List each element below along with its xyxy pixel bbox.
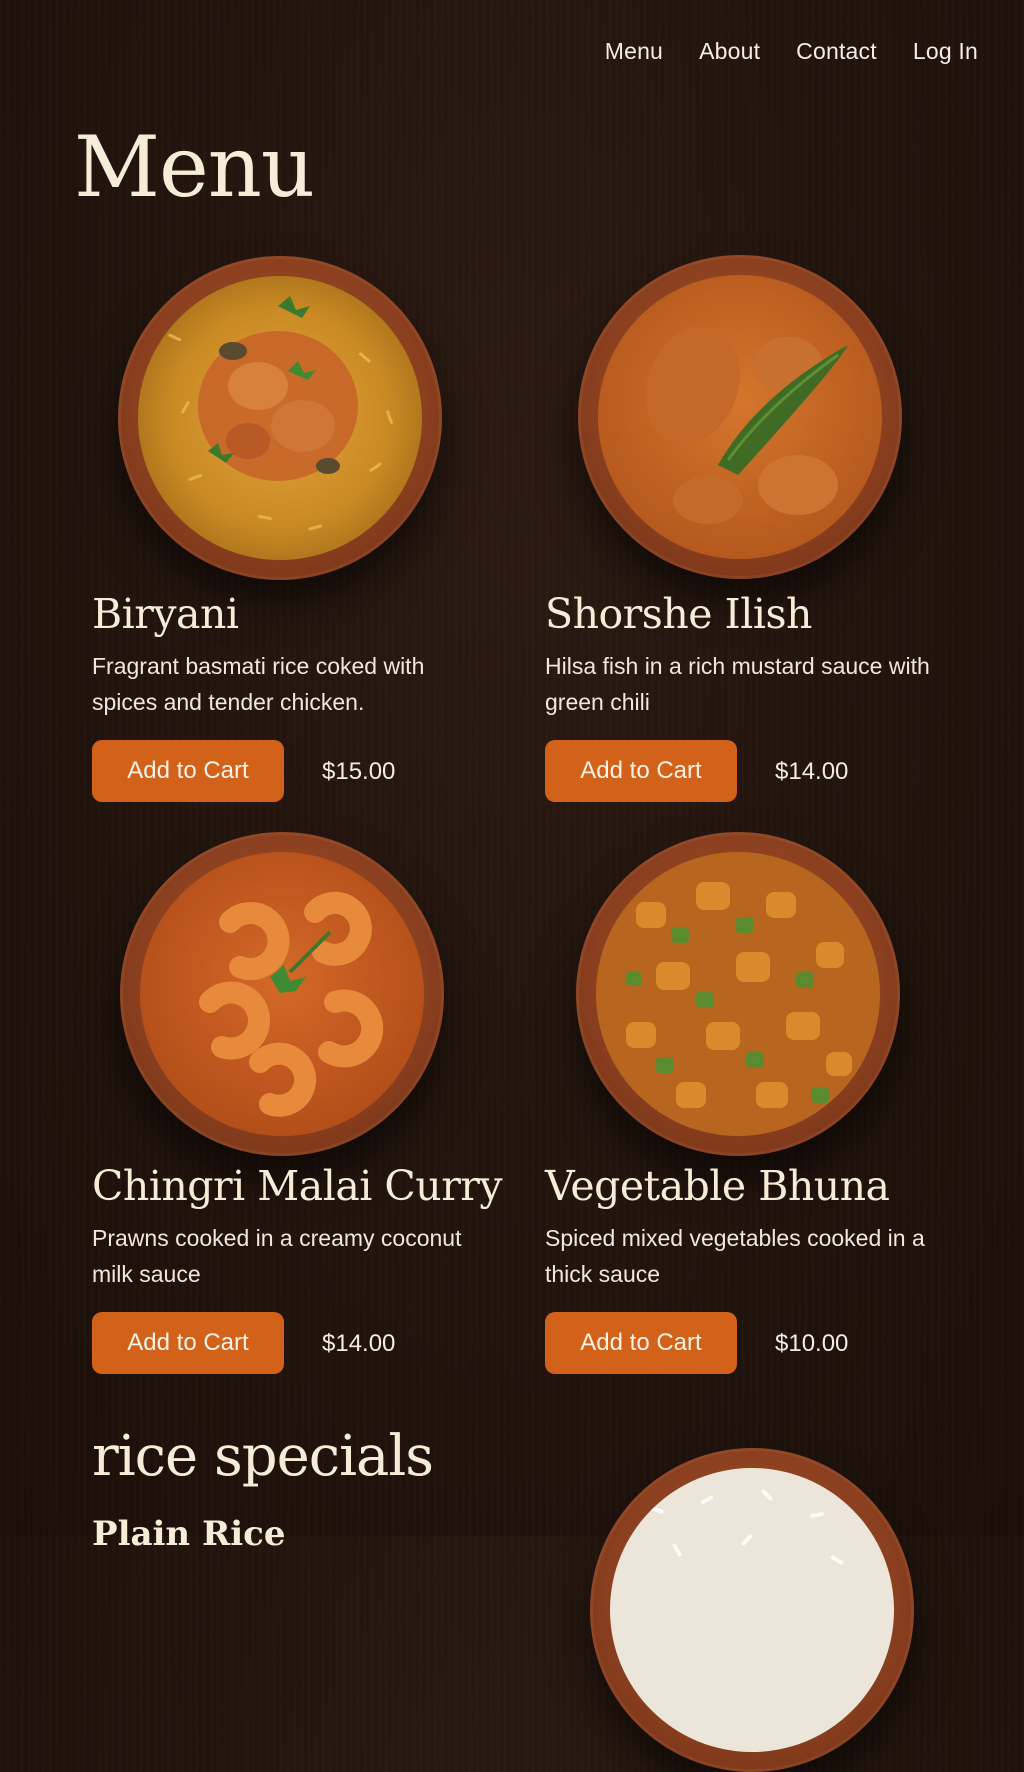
add-to-cart-button[interactable]: Add to Cart <box>545 1312 737 1374</box>
dish-price: $10.00 <box>775 1330 849 1357</box>
dish-price: $14.00 <box>322 1330 396 1357</box>
dish-description: Prawns cooked in a creamy coconut milk s… <box>92 1225 462 1287</box>
add-to-cart-button[interactable]: Add to Cart <box>545 740 737 802</box>
dish-price: $14.00 <box>775 758 849 785</box>
section-title-rice-specials: rice specials <box>92 1424 434 1489</box>
add-to-cart-button[interactable]: Add to Cart <box>92 1312 284 1374</box>
plain-rice-bowl-image <box>590 1448 914 1772</box>
dish-description: Spiced mixed vegetables cooked in a thic… <box>545 1225 925 1287</box>
dish-name: Shorshe Ilish <box>545 590 812 638</box>
nav-about-link[interactable]: About <box>699 38 760 65</box>
dish-name: Vegetable Bhuna <box>545 1162 890 1210</box>
dish-name: Biryani <box>92 590 239 638</box>
page-title: Menu <box>74 118 315 216</box>
vegetable-bhuna-bowl-image <box>576 832 900 1156</box>
dish-description: Fragrant basmati rice coked with spices … <box>92 653 425 715</box>
nav-login-link[interactable]: Log In <box>913 38 978 65</box>
add-to-cart-button[interactable]: Add to Cart <box>92 740 284 802</box>
nav-menu-link[interactable]: Menu <box>605 38 663 65</box>
dish-price: $15.00 <box>322 758 396 785</box>
dish-name: Chingri Malai Curry <box>92 1162 503 1210</box>
top-nav: Menu About Contact Log In <box>605 38 978 65</box>
biryani-bowl-image <box>118 256 442 580</box>
shorshe-ilish-bowl-image <box>578 255 902 579</box>
dish-description: Hilsa fish in a rich mustard sauce with … <box>545 653 930 715</box>
dish-name-plain-rice: Plain Rice <box>92 1514 286 1554</box>
chingri-malai-bowl-image <box>120 832 444 1156</box>
nav-contact-link[interactable]: Contact <box>796 38 877 65</box>
